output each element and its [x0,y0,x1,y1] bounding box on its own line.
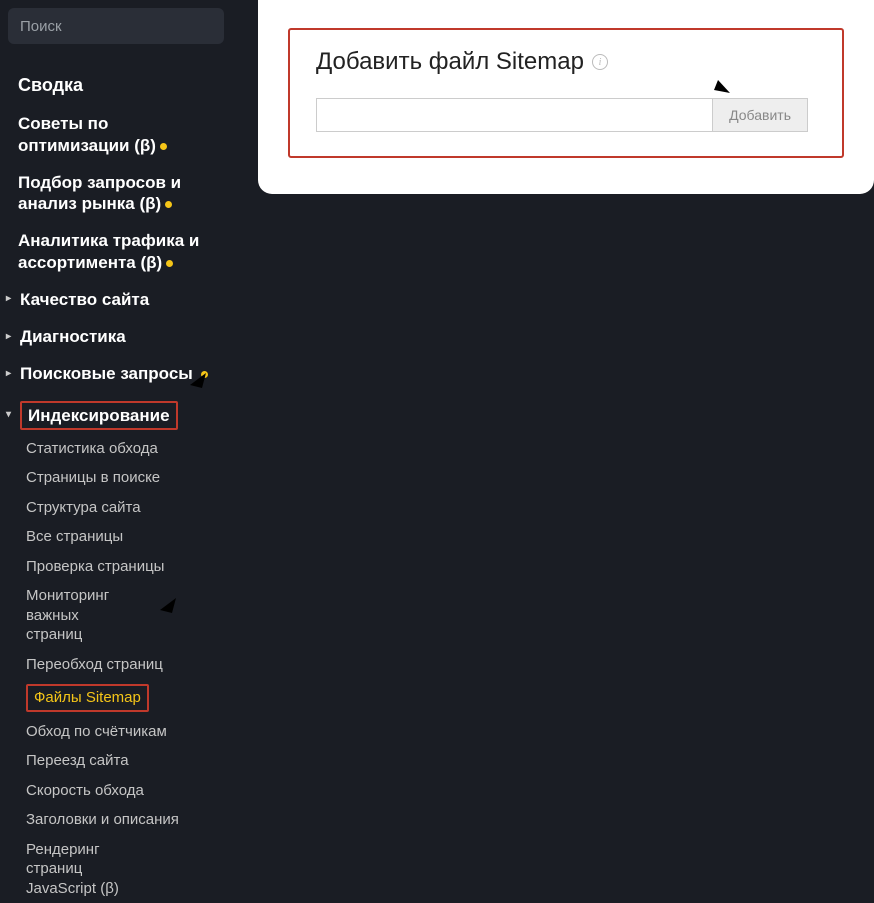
beta-dot-icon [165,201,172,208]
info-icon[interactable]: i [592,54,608,70]
nav-sub-js-rendering[interactable]: Рендеринг страниц JavaScript (β) [0,835,160,903]
nav-sub-titles-descriptions[interactable]: Заголовки и описания [0,805,232,835]
beta-dot-icon [166,260,173,267]
nav-traffic-analytics[interactable]: Аналитика трафика и ассортимента (β) [0,222,232,281]
sitemap-url-input[interactable] [316,98,713,132]
nav-sub-crawl-speed[interactable]: Скорость обхода [0,776,232,806]
nav-site-quality[interactable]: Качество сайта [0,281,232,318]
nav-search-queries-label: Поисковые запросы [20,363,193,384]
nav-site-quality-label: Качество сайта [20,289,149,310]
nav-diagnostics-label: Диагностика [20,326,126,347]
nav-sub-sitemap-files-label: Файлы Sitemap [34,689,141,706]
nav-sub-all-pages[interactable]: Все страницы [0,522,232,552]
nav-optimization-tips[interactable]: Советы по оптимизации (β) [0,105,232,164]
sidebar: Сводка Советы по оптимизации (β) Подбор … [0,0,232,771]
add-sitemap-title-row: Добавить файл Sitemap i [316,48,808,76]
nav-sub-site-structure[interactable]: Структура сайта [0,493,232,523]
search-input[interactable] [20,18,219,35]
nav-sub-crawl-by-counters[interactable]: Обход по счётчикам [0,717,232,747]
add-sitemap-highlight: Добавить файл Sitemap i Добавить [288,28,844,158]
beta-dot-icon [160,143,167,150]
nav-sub-site-move[interactable]: Переезд сайта [0,746,232,776]
nav-query-selection[interactable]: Подбор запросов и анализ рынка (β) [0,164,232,223]
add-button[interactable]: Добавить [713,98,808,132]
chevron-right-icon [6,331,16,344]
nav-indexing-label: Индексирование [28,406,170,425]
nav-sub-sitemap-files-highlight: Файлы Sitemap [26,684,149,712]
chevron-right-icon [6,293,16,306]
add-sitemap-title: Добавить файл Sitemap [316,48,584,76]
nav-sub-sitemap-files[interactable]: Файлы Sitemap [0,679,232,717]
nav-summary[interactable]: Сводка [0,64,232,105]
nav-optimization-tips-label: Советы по оптимизации (β) [18,114,156,154]
chevron-down-icon [6,409,16,422]
add-sitemap-form: Добавить [316,98,808,132]
nav-sub-important-pages[interactable]: Мониторинг важных страниц [0,581,140,650]
add-sitemap-card: Добавить файл Sitemap i Добавить [258,0,874,194]
nav-search-queries[interactable]: Поисковые запросы [0,355,232,392]
nav-query-selection-label: Подбор запросов и анализ рынка (β) [18,173,181,213]
nav-indexing-highlight: Индексирование [20,401,178,430]
nav-sub-recrawl[interactable]: Переобход страниц [0,650,232,680]
main-content: Добавить файл Sitemap i Добавить [232,0,874,771]
nav-indexing[interactable]: Индексирование [0,393,232,434]
beta-dot-icon [201,371,208,378]
chevron-right-icon [6,368,16,381]
nav-diagnostics[interactable]: Диагностика [0,318,232,355]
sidebar-nav: Сводка Советы по оптимизации (β) Подбор … [0,52,232,903]
search-box[interactable] [8,8,224,44]
nav-sub-crawl-stats[interactable]: Статистика обхода [0,434,232,464]
nav-sub-page-check[interactable]: Проверка страницы [0,552,232,582]
nav-sub-pages-in-search[interactable]: Страницы в поиске [0,463,232,493]
